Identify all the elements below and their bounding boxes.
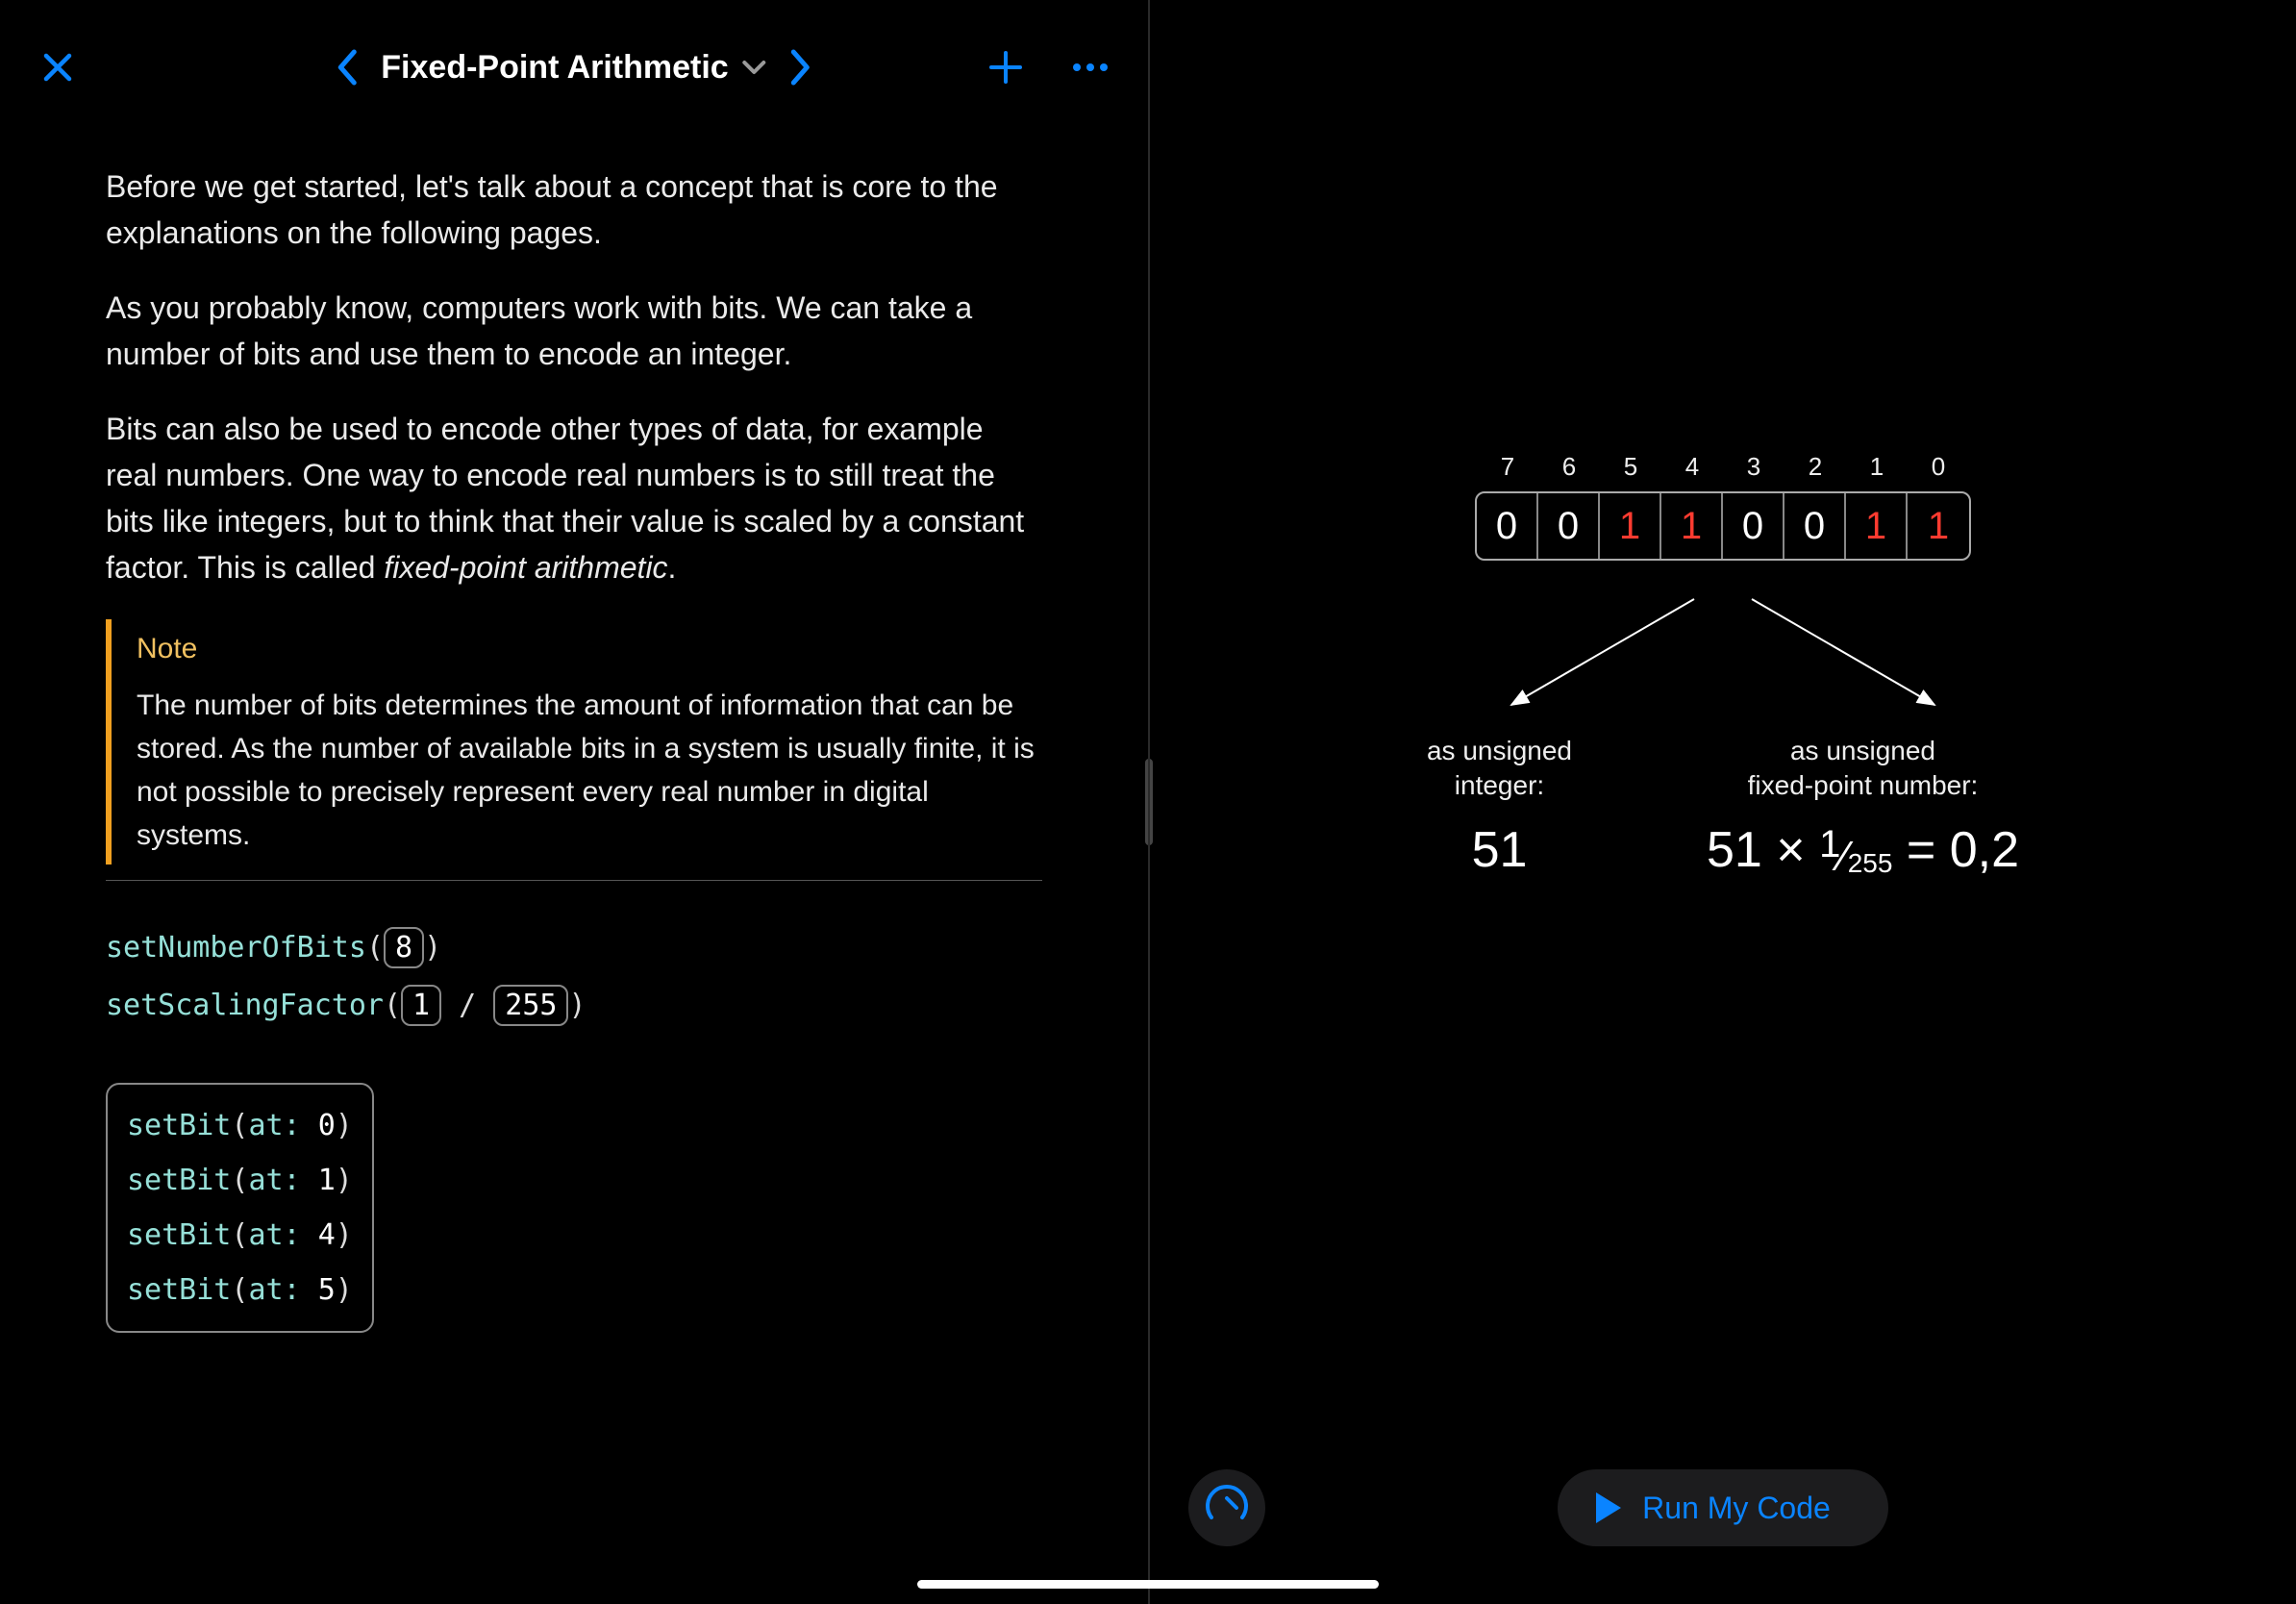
bit-cell: 0 (1477, 493, 1538, 559)
bit-index: 4 (1661, 452, 1723, 482)
scale-den-placeholder[interactable]: 255 (493, 985, 568, 1026)
scale-num-placeholder[interactable]: 1 (401, 985, 441, 1026)
fixedpoint-interpretation: as unsigned fixed-point number: 51 × 1⁄2… (1707, 734, 2019, 879)
chevron-left-icon (335, 48, 360, 87)
bits-placeholder[interactable]: 8 (384, 927, 424, 968)
setbit-line-1[interactable]: setBit(at: 1) (127, 1153, 353, 1208)
fixedpoint-value: 51 × 1⁄255 = 0,2 (1707, 821, 2019, 879)
bit-cell: 0 (1784, 493, 1846, 559)
ellipsis-icon (1071, 62, 1110, 73)
more-button[interactable] (1071, 62, 1110, 73)
prev-page-button[interactable] (335, 48, 360, 87)
chevron-right-icon (788, 48, 813, 87)
bit-cell: 1 (1661, 493, 1723, 559)
page-title-dropdown[interactable]: Fixed-Point Arithmetic (381, 49, 766, 87)
bit-index: 3 (1723, 452, 1784, 482)
bit-index: 7 (1477, 452, 1538, 482)
code-area[interactable]: setNumberOfBits(8) setScalingFactor(1 / … (106, 919, 1042, 1333)
bit-index: 0 (1908, 452, 1969, 482)
setbit-line-0[interactable]: setBit(at: 0) (127, 1098, 353, 1153)
note-title: Note (137, 627, 1042, 670)
code-line-setnumberofbits[interactable]: setNumberOfBits(8) (106, 919, 1042, 977)
setbit-line-2[interactable]: setBit(at: 4) (127, 1208, 353, 1263)
divider (106, 880, 1042, 881)
bit-index: 5 (1600, 452, 1661, 482)
intro-paragraph-3: Bits can also be used to encode other ty… (106, 406, 1042, 590)
visualization: 7 6 5 4 3 2 1 0 0 0 1 1 0 0 1 1 (1150, 452, 2296, 879)
editable-code-block[interactable]: setBit(at: 0) setBit(at: 1) setBit(at: 4… (106, 1083, 374, 1333)
run-code-button[interactable]: Run My Code (1558, 1469, 1888, 1546)
bit-indices: 7 6 5 4 3 2 1 0 (1477, 452, 1969, 482)
plus-icon (988, 50, 1023, 85)
x-icon (38, 48, 77, 87)
bit-index: 6 (1538, 452, 1600, 482)
integer-interpretation: as unsigned integer: 51 (1427, 734, 1572, 879)
play-icon (1596, 1492, 1621, 1523)
setbit-line-3[interactable]: setBit(at: 5) (127, 1263, 353, 1317)
bit-index: 2 (1784, 452, 1846, 482)
chevron-down-icon (742, 59, 767, 76)
bit-cell: 1 (1600, 493, 1661, 559)
home-indicator[interactable] (917, 1580, 1379, 1589)
code-line-setscalingfactor[interactable]: setScalingFactor(1 / 255) (106, 977, 1042, 1035)
note-body: The number of bits determines the amount… (137, 684, 1042, 857)
add-button[interactable] (988, 50, 1023, 85)
integer-value: 51 (1472, 821, 1528, 879)
bit-cell: 1 (1908, 493, 1969, 559)
intro-paragraph-2: As you probably know, computers work wit… (106, 285, 1042, 377)
bit-cell: 1 (1846, 493, 1908, 559)
close-button[interactable] (38, 48, 77, 87)
bit-cell: 0 (1538, 493, 1600, 559)
bit-cell: 0 (1723, 493, 1784, 559)
next-page-button[interactable] (788, 48, 813, 87)
page-title: Fixed-Point Arithmetic (381, 49, 728, 87)
intro-paragraph-1: Before we get started, let's talk about … (106, 163, 1042, 256)
speedometer-icon (1204, 1485, 1250, 1531)
arrows-diagram (1425, 589, 2021, 724)
bit-index: 1 (1846, 452, 1908, 482)
run-code-label: Run My Code (1642, 1491, 1831, 1526)
execution-speed-button[interactable] (1188, 1469, 1265, 1546)
note-callout: Note The number of bits determines the a… (106, 619, 1042, 865)
bit-row: 0 0 1 1 0 0 1 1 (1475, 491, 1971, 561)
